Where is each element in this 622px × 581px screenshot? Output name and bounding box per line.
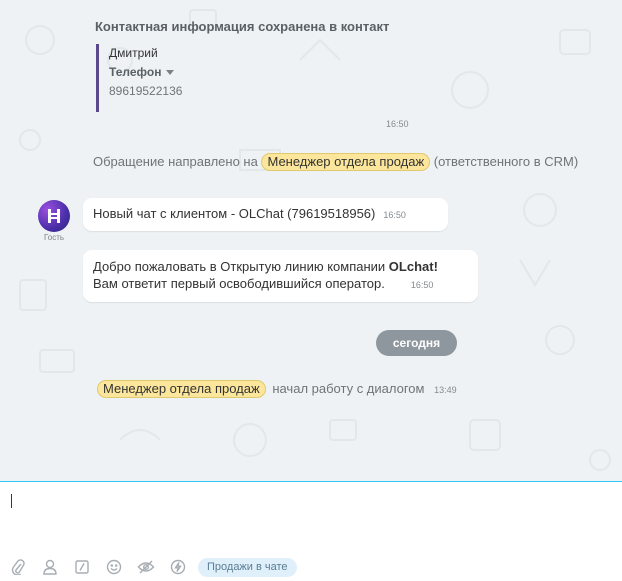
message-time: 16:50 bbox=[410, 280, 434, 290]
lightning-icon[interactable] bbox=[168, 558, 188, 576]
olchat-logo-icon bbox=[48, 209, 60, 223]
queue-tag[interactable]: Менеджер отдела продаж bbox=[97, 380, 266, 398]
background-pattern bbox=[19, 9, 611, 471]
operator-event: Менеджер отдела продаж начал работу с ди… bbox=[97, 380, 457, 398]
sales-in-chat-button[interactable]: Продажи в чате bbox=[198, 557, 297, 577]
operator-event-time: 13:49 bbox=[434, 385, 457, 395]
contact-card: Дмитрий Телефон 89619522136 bbox=[96, 44, 182, 112]
chat-history: Контактная информация сохранена в контак… bbox=[0, 0, 622, 481]
date-divider: сегодня bbox=[376, 330, 457, 356]
routing-suffix: (ответственного в CRM) bbox=[433, 154, 579, 169]
contact-name: Дмитрий bbox=[109, 46, 158, 60]
composer-toolbar: Продажи в чате bbox=[8, 557, 297, 577]
message-text: Новый чат с клиентом - OLChat (796195189… bbox=[93, 206, 376, 221]
phone-value: 89619522136 bbox=[109, 84, 183, 98]
message-bubble: Добро пожаловать в Открытую линию компан… bbox=[83, 250, 478, 302]
phone-label: Телефон bbox=[109, 65, 162, 79]
text-cursor bbox=[11, 494, 12, 508]
guest-avatar[interactable] bbox=[38, 200, 70, 232]
slash-icon[interactable] bbox=[72, 558, 92, 576]
contact-saved-time: 16:50 bbox=[386, 119, 409, 129]
paperclip-icon[interactable] bbox=[8, 558, 28, 576]
chevron-down-icon bbox=[166, 70, 175, 76]
brand-name: OLchat! bbox=[388, 259, 438, 274]
welcome-text-2: Вам ответит первый освободившийся операт… bbox=[93, 276, 385, 291]
message-bubble: Новый чат с клиентом - OLChat (796195189… bbox=[83, 198, 448, 231]
routing-message: Обращение направлено на Менеджер отдела … bbox=[93, 153, 578, 171]
queue-tag[interactable]: Менеджер отдела продаж bbox=[261, 153, 431, 171]
message-composer[interactable]: Продажи в чате bbox=[0, 481, 622, 581]
hide-icon[interactable] bbox=[136, 558, 156, 576]
smile-icon[interactable] bbox=[104, 558, 124, 576]
avatar-label: Гость bbox=[43, 233, 65, 242]
routing-prefix: Обращение направлено на bbox=[93, 154, 258, 169]
contact-saved-title: Контактная информация сохранена в контак… bbox=[95, 19, 390, 34]
user-icon[interactable] bbox=[40, 558, 60, 576]
message-time: 16:50 bbox=[383, 210, 406, 220]
operator-event-text: начал работу с диалогом bbox=[272, 381, 425, 396]
welcome-text: Добро пожаловать в Открытую линию компан… bbox=[93, 259, 389, 274]
phone-label-dropdown[interactable]: Телефон bbox=[109, 63, 182, 82]
